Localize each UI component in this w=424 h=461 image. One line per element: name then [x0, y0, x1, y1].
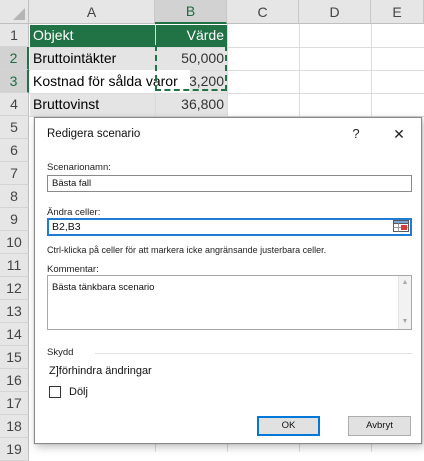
hide-checkbox-box[interactable] [49, 386, 61, 398]
row-header-9[interactable]: 9 [0, 208, 29, 231]
column-header-e[interactable]: E [371, 0, 424, 24]
row-header-5[interactable]: 5 [0, 116, 29, 139]
edit-scenario-dialog: Redigera scenario ? ✕ Scenarionamn: Ändr… [34, 117, 422, 444]
comment-textarea[interactable]: Bästa tänkbara scenario ▲ ▼ [47, 275, 412, 330]
range-selector-icon [393, 219, 409, 235]
row-header-19[interactable]: 19 [0, 438, 29, 461]
row-header-18[interactable]: 18 [0, 415, 29, 438]
selection-marquee [155, 45, 227, 91]
ok-button[interactable]: OK [257, 416, 320, 436]
hide-checkbox[interactable]: Dölj [49, 386, 88, 398]
row-header-14[interactable]: 14 [0, 323, 29, 346]
cell-a4[interactable]: Bruttovinst [30, 93, 155, 116]
row-header-13[interactable]: 13 [0, 300, 29, 323]
cell-a2[interactable]: Bruttointäkter [30, 47, 155, 70]
help-button[interactable]: ? [343, 122, 369, 146]
changing-cells-input[interactable] [47, 218, 412, 236]
row-header-7[interactable]: 7 [0, 162, 29, 185]
row-header-15[interactable]: 15 [0, 346, 29, 369]
scroll-up-icon[interactable]: ▲ [399, 277, 411, 289]
comment-label: Kommentar: [47, 264, 99, 275]
column-header-b[interactable]: B [155, 0, 227, 24]
protection-separator [95, 353, 412, 354]
column-header-c[interactable]: C [227, 0, 299, 24]
row-header-16[interactable]: 16 [0, 369, 29, 392]
row-header-10[interactable]: 10 [0, 231, 29, 254]
row-header-12[interactable]: 12 [0, 277, 29, 300]
scenario-name-label: Scenarionamn: [47, 162, 111, 173]
row-header-1[interactable]: 1 [0, 24, 29, 47]
changing-cells-label: Ändra celler: [47, 207, 101, 218]
row-header-8[interactable]: 8 [0, 185, 29, 208]
scenario-name-input[interactable] [47, 175, 412, 192]
prevent-changes-label: Z]förhindra ändringar [49, 365, 152, 377]
column-header-d[interactable]: D [299, 0, 371, 24]
scroll-down-icon[interactable]: ▼ [399, 316, 411, 328]
row-header-6[interactable]: 6 [0, 139, 29, 162]
close-button[interactable]: ✕ [385, 122, 413, 146]
prevent-changes-checkbox[interactable]: Z]förhindra ändringar [49, 365, 152, 377]
cancel-button[interactable]: Avbryt [348, 416, 411, 436]
protection-label: Skydd [47, 347, 74, 358]
row-header-17[interactable]: 17 [0, 392, 29, 415]
row-header-11[interactable]: 11 [0, 254, 29, 277]
row-header-4[interactable]: 4 [0, 93, 29, 116]
row-header-2[interactable]: 2 [0, 47, 29, 70]
comment-scrollbar[interactable]: ▲ ▼ [398, 276, 411, 329]
comment-text: Bästa tänkbara scenario [52, 282, 155, 293]
changing-cells-hint: Ctrl-klicka på celler för att markera ic… [47, 245, 327, 255]
row-header-3[interactable]: 3 [0, 70, 29, 93]
range-selector-button[interactable] [390, 218, 412, 236]
cell-b4[interactable]: 36,800 [156, 93, 227, 116]
dialog-title: Redigera scenario [47, 128, 141, 140]
cell-b1[interactable]: Värde [156, 24, 227, 47]
hide-label: Dölj [69, 386, 88, 398]
column-header-a[interactable]: A [29, 0, 155, 24]
cell-a1[interactable]: Objekt [30, 24, 155, 47]
select-all-corner[interactable] [0, 0, 29, 24]
